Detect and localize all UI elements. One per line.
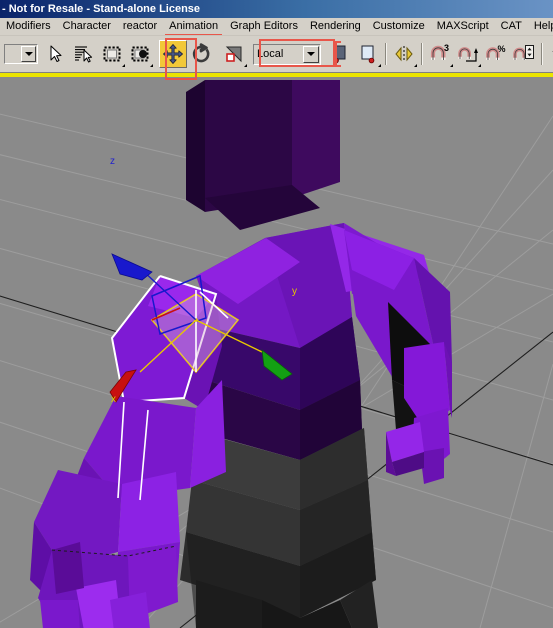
flyout-corner-marker — [150, 64, 153, 67]
toolbar-viewport-gap — [0, 77, 553, 80]
named-selection-sets[interactable]: { AB — [546, 40, 553, 68]
percent-snap-toggle[interactable]: % — [482, 40, 510, 68]
menu-item-animation[interactable]: Animation — [163, 18, 224, 35]
select-object-tool[interactable] — [42, 40, 70, 68]
chevron-down-icon — [24, 52, 33, 56]
mirror-tool[interactable] — [390, 40, 418, 68]
menu-item-maxscript[interactable]: MAXScript — [431, 18, 495, 35]
coordinate-system-value: Local — [257, 47, 284, 60]
select-by-name-icon — [75, 46, 93, 63]
gizmo-axis-label-x: x — [111, 394, 116, 405]
flyout-corner-marker — [414, 64, 417, 67]
select-and-scale-tool[interactable] — [220, 40, 248, 68]
main-toolbar: Local 3 % — [0, 36, 553, 72]
snap-badge-percent: % — [498, 44, 506, 54]
coordinate-system-dropdown-button[interactable] — [303, 45, 319, 63]
toolbar-separator — [421, 43, 423, 65]
percent-snap-magnet-icon: % — [486, 44, 506, 60]
magnet-icon: 3 — [430, 43, 449, 60]
viewport-3d-scene — [0, 80, 553, 628]
angle-snap-magnet-icon — [458, 47, 478, 62]
window-title-bar: - Not for Resale - Stand-alone License — [0, 0, 553, 18]
select-and-link-tool[interactable] — [126, 40, 154, 68]
rectangular-selection-region-tool[interactable] — [98, 40, 126, 68]
selection-center-icon — [361, 45, 375, 64]
select-and-rotate-tool[interactable] — [187, 40, 215, 68]
reference-coordinate-system-combo[interactable]: Local — [253, 43, 321, 65]
menu-item-cat[interactable]: CAT — [495, 18, 528, 35]
flyout-corner-marker — [378, 64, 381, 67]
flyout-corner-marker — [122, 64, 125, 67]
pivot-point-center-icon — [333, 45, 346, 64]
undo-history-dropdown-button[interactable] — [21, 46, 36, 62]
gizmo-axis-label-z: z — [110, 156, 115, 167]
snap-badge-3: 3 — [444, 43, 449, 53]
undo-history-combo[interactable] — [4, 44, 38, 64]
select-by-name-tool[interactable] — [70, 40, 98, 68]
chevron-down-icon — [307, 52, 315, 56]
select-and-link-icon — [131, 46, 149, 62]
gizmo-axis-label-y: y — [292, 286, 297, 297]
menu-item-reactor[interactable]: reactor — [117, 18, 163, 35]
arrow-cursor-icon — [50, 45, 62, 62]
rectangle-marquee-icon — [103, 46, 121, 62]
toolbar-separator — [385, 43, 387, 65]
rotate-arrow-icon — [192, 43, 210, 63]
use-pivot-point-center-tool[interactable] — [326, 40, 354, 68]
spinner-snap-magnet-icon — [513, 45, 534, 60]
window-title-text: - Not for Resale - Stand-alone License — [2, 3, 201, 15]
snaps-toggle-3d[interactable]: 3 — [426, 40, 454, 68]
flyout-corner-marker — [478, 64, 481, 67]
menu-item-customize[interactable]: Customize — [367, 18, 431, 35]
select-and-move-tool[interactable] — [159, 40, 187, 68]
uniform-scale-icon — [225, 46, 242, 63]
menu-item-rendering[interactable]: Rendering — [304, 18, 367, 35]
menu-item-character[interactable]: Character — [57, 18, 117, 35]
menu-bar: Modifiers Character reactor Animation Gr… — [0, 18, 553, 36]
perspective-viewport[interactable]: z y x — [0, 80, 553, 628]
menu-item-graph-editors[interactable]: Graph Editors — [224, 18, 304, 35]
move-four-arrows-icon — [163, 44, 183, 64]
mirror-icon — [395, 46, 413, 62]
use-selection-center-tool[interactable] — [354, 40, 382, 68]
active-viewport-border — [0, 73, 553, 77]
menu-item-modifiers[interactable]: Modifiers — [0, 18, 57, 35]
toolbar-separator — [541, 43, 543, 65]
menu-item-help[interactable]: Help — [528, 18, 553, 35]
flyout-corner-marker — [450, 64, 453, 67]
flyout-corner-marker — [244, 64, 247, 67]
max-application-window: - Not for Resale - Stand-alone License M… — [0, 0, 553, 628]
angle-snap-toggle[interactable] — [454, 40, 482, 68]
spinner-snap-toggle[interactable] — [510, 40, 538, 68]
